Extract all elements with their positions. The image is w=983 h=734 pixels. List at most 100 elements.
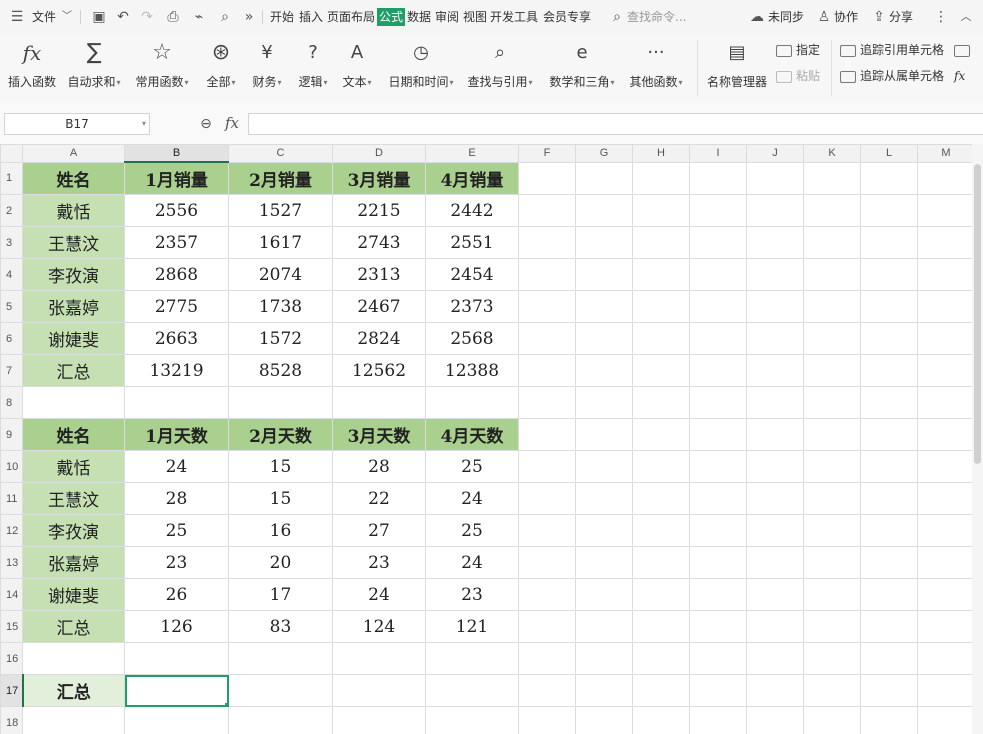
cell[interactable]: 15 (228, 482, 333, 515)
cell[interactable] (689, 578, 747, 611)
cell[interactable] (518, 161, 576, 195)
row-header[interactable]: 18 (0, 706, 23, 734)
cell[interactable]: 12388 (425, 354, 519, 387)
cell[interactable] (575, 450, 633, 483)
cell[interactable]: 1572 (228, 322, 333, 355)
cell[interactable] (803, 642, 861, 675)
more-icon[interactable]: ⋮ (932, 8, 950, 26)
cell[interactable] (632, 578, 690, 611)
cell[interactable]: 谢婕斐 (22, 322, 125, 355)
cell[interactable] (746, 161, 804, 195)
cell[interactable] (632, 610, 690, 643)
cell[interactable] (22, 386, 125, 419)
cell[interactable]: 2568 (425, 322, 519, 355)
cell[interactable] (917, 642, 975, 675)
cell[interactable]: 2215 (332, 194, 426, 227)
cell[interactable] (746, 226, 804, 259)
cell[interactable] (917, 194, 975, 227)
paste-name-button[interactable]: 粘贴 (776, 66, 820, 86)
tab-page-layout[interactable]: 页面布局 (327, 0, 375, 34)
cell[interactable] (803, 514, 861, 547)
cell[interactable]: 2824 (332, 322, 426, 355)
cell[interactable]: 121 (425, 610, 519, 643)
cell[interactable] (917, 226, 975, 259)
cell[interactable] (860, 610, 918, 643)
redo-icon[interactable]: ↷ (138, 8, 156, 26)
formula-input[interactable] (248, 113, 983, 135)
cell[interactable] (746, 418, 804, 451)
cell[interactable] (518, 706, 576, 734)
autosum-button[interactable]: ∑ 自动求和▾ (64, 38, 124, 98)
cell[interactable] (746, 354, 804, 387)
cell[interactable] (689, 674, 747, 707)
cell[interactable] (228, 386, 333, 419)
cell[interactable] (689, 226, 747, 259)
remove-arrows-button[interactable] (954, 40, 974, 60)
cell[interactable] (860, 322, 918, 355)
hamburger-menu-icon[interactable]: ☰ (8, 8, 26, 26)
scrollbar-thumb[interactable] (974, 164, 981, 464)
cell[interactable] (917, 354, 975, 387)
cell[interactable]: 124 (332, 610, 426, 643)
column-header[interactable]: I (689, 144, 747, 163)
cell[interactable]: 28 (332, 450, 426, 483)
cell[interactable]: 1617 (228, 226, 333, 259)
cell[interactable]: 张嘉婷 (22, 546, 125, 579)
cell[interactable]: 李孜演 (22, 258, 125, 291)
tab-home[interactable]: 开始 (270, 0, 294, 34)
cell[interactable]: 25 (425, 450, 519, 483)
cell[interactable] (124, 706, 229, 734)
cell[interactable] (689, 546, 747, 579)
cell[interactable] (746, 578, 804, 611)
cell[interactable] (803, 418, 861, 451)
row-header[interactable]: 14 (0, 578, 23, 611)
cell[interactable] (917, 674, 975, 707)
cell[interactable] (917, 578, 975, 611)
cell[interactable] (860, 450, 918, 483)
column-header[interactable]: L (860, 144, 918, 163)
cell[interactable] (803, 258, 861, 291)
logic-functions-button[interactable]: ? 逻辑▾ (294, 38, 332, 98)
cell[interactable] (689, 194, 747, 227)
cell[interactable] (860, 290, 918, 323)
undo-icon[interactable]: ↶ (114, 8, 132, 26)
cell[interactable] (860, 258, 918, 291)
cell[interactable] (746, 450, 804, 483)
cell[interactable] (803, 706, 861, 734)
cell[interactable] (917, 546, 975, 579)
cell[interactable] (575, 290, 633, 323)
tab-review[interactable]: 审阅 (435, 0, 459, 34)
print-icon[interactable]: ⎙ (164, 8, 182, 26)
cell[interactable] (917, 514, 975, 547)
cell[interactable] (575, 546, 633, 579)
cell[interactable] (332, 674, 426, 707)
tab-view[interactable]: 视图 (463, 0, 487, 34)
cell[interactable] (518, 482, 576, 515)
cell[interactable]: 3月销量 (332, 161, 426, 195)
cell[interactable]: 24 (425, 546, 519, 579)
cell[interactable] (632, 161, 690, 195)
cell[interactable] (518, 386, 576, 419)
cell[interactable] (746, 546, 804, 579)
tab-insert[interactable]: 插入 (299, 0, 323, 34)
text-functions-button[interactable]: A 文本▾ (338, 38, 376, 98)
cell[interactable] (575, 258, 633, 291)
other-functions-button[interactable]: ··· 其他函数▾ (626, 38, 686, 98)
cell[interactable]: 25 (124, 514, 229, 547)
cell[interactable]: 汇总 (22, 354, 125, 387)
cell[interactable] (632, 418, 690, 451)
cell[interactable] (425, 674, 519, 707)
collaborate-button[interactable]: 协作 (834, 0, 858, 34)
cell[interactable]: 1738 (228, 290, 333, 323)
cell[interactable] (860, 161, 918, 195)
cell[interactable] (917, 610, 975, 643)
cell[interactable] (689, 514, 747, 547)
cell[interactable] (518, 258, 576, 291)
more-tools-icon[interactable]: » (240, 8, 258, 26)
cell[interactable]: 24 (332, 578, 426, 611)
tab-data[interactable]: 数据 (407, 0, 431, 34)
cell[interactable] (518, 578, 576, 611)
cell[interactable] (332, 386, 426, 419)
cell[interactable]: 23 (425, 578, 519, 611)
column-header[interactable]: K (803, 144, 861, 163)
